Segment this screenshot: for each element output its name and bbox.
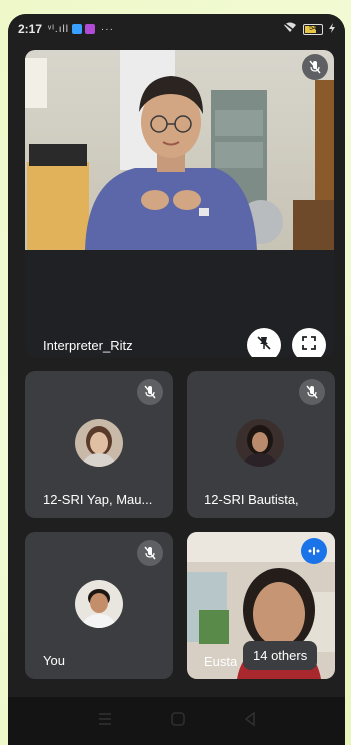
unpin-icon [256,335,272,356]
mic-muted-icon [137,379,163,405]
participant-name: Eusta [204,654,238,669]
home-button[interactable] [170,711,185,731]
status-time: 2:17 [18,22,43,36]
participant-name: 12-SRI Yap, Mau... [43,492,153,507]
messenger-notification-icon [84,24,95,34]
participant-tile[interactable]: 12-SRI Yap, Mau... [25,371,173,518]
self-participant-tile[interactable]: You [25,532,173,679]
more-notifications-icon: ··· [100,23,114,35]
battery-icon: 54 [303,23,323,35]
featured-participant-tile[interactable]: Interpreter_Ritz [25,50,334,357]
mic-muted-icon [299,379,325,405]
participant-name: 12-SRI Bautista, [204,492,299,507]
self-name: You [43,653,65,668]
status-bar: 2:17 ᵛᴵ.ıll ··· 54 [8,14,345,44]
recent-apps-button[interactable] [98,712,112,730]
fullscreen-button[interactable] [292,328,326,357]
others-count-button[interactable]: 14 others [243,641,318,670]
mic-muted-icon [137,540,163,566]
phone-screen: 2:17 ᵛᴵ.ıll ··· 54 Interpreter_Ritz 12-S… [8,14,345,745]
app-notification-icon [71,24,82,34]
avatar [236,419,284,467]
avatar [75,419,123,467]
system-navigation-bar [8,697,345,745]
wifi-icon [283,22,297,36]
mic-muted-icon [302,54,328,80]
avatar [75,580,123,628]
charging-icon [329,22,335,36]
participant-video [25,50,334,250]
back-button[interactable] [244,710,256,731]
featured-participant-name: Interpreter_Ritz [43,338,133,353]
participant-tile[interactable]: Eusta 14 others [187,532,335,679]
fullscreen-icon [302,335,316,355]
participant-tile[interactable]: 12-SRI Bautista, [187,371,335,518]
speaking-indicator-icon [301,538,327,564]
signal-indicator: ᵛᴵ.ıll [48,23,69,35]
unpin-button[interactable] [247,328,281,357]
